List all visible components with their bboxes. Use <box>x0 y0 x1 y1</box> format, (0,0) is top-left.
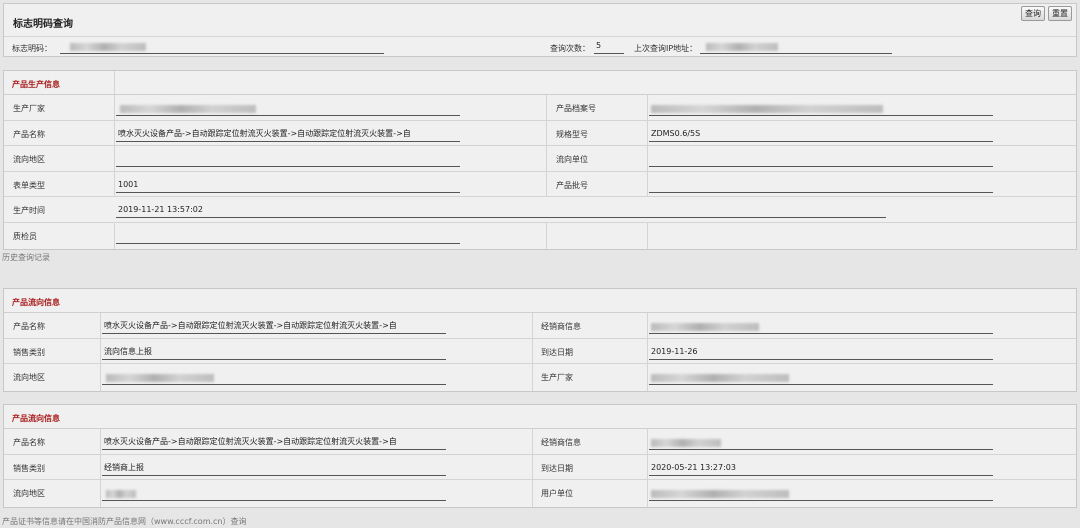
flow-section-header-1: 产品流向信息 <box>4 289 1076 313</box>
production-time-label: 生产时间 <box>13 206 45 215</box>
model-field: ZDMS0.6/5S <box>649 127 993 142</box>
archive-no-label: 产品档案号 <box>556 104 596 113</box>
flow-unit-field <box>649 152 993 167</box>
flow1-region-label: 流向地区 <box>13 373 45 382</box>
production-row-6: 质检员 <box>4 223 1076 249</box>
flow2-sale-type-field: 经销商上报 <box>102 461 446 476</box>
code-input[interactable] <box>60 39 384 54</box>
flow1-sale-type-label: 销售类别 <box>13 347 45 357</box>
flow-region-field <box>116 152 460 167</box>
flow2-arrival-date-label: 到达日期 <box>541 463 573 473</box>
redacted-value <box>651 323 759 331</box>
production-row-2: 产品名称 喷水灭火设备产品->自动跟踪定位射流灭火装置->自动跟踪定位射流灭火装… <box>4 121 1076 146</box>
manufacturer-field <box>116 101 460 116</box>
flow-section-header-2: 产品流向信息 <box>4 405 1076 429</box>
flow1-arrival-date-label: 到达日期 <box>541 347 573 357</box>
flow-info-panel-1: 产品流向信息 产品名称 喷水灭火设备产品->自动跟踪定位射流灭火装置->自动跟踪… <box>3 288 1077 392</box>
flow1-product-name-label: 产品名称 <box>13 322 45 331</box>
redacted-value <box>106 374 214 382</box>
flow1-row-3: 流向地区 生产厂家 <box>4 364 1076 390</box>
flow1-row-1: 产品名称 喷水灭火设备产品->自动跟踪定位射流灭火装置->自动跟踪定位射流灭火装… <box>4 313 1076 339</box>
production-time-field: 2019-11-21 13:57:02 <box>116 203 886 218</box>
inspector-field <box>116 229 460 244</box>
toolbar: 查询 重置 <box>1021 6 1072 21</box>
flow1-row-2: 销售类别 流向信息上报 到达日期 2019-11-26 <box>4 339 1076 364</box>
manufacturer-label: 生产厂家 <box>13 104 45 113</box>
form-type-field: 1001 <box>116 178 460 193</box>
flow-info-panel-2: 产品流向信息 产品名称 喷水灭火设备产品->自动跟踪定位射流灭火装置->自动跟踪… <box>3 404 1077 508</box>
flow-unit-label: 流向单位 <box>556 155 588 164</box>
flow1-product-name-field: 喷水灭火设备产品->自动跟踪定位射流灭火装置->自动跟踪定位射流灭火装置->自 <box>102 319 446 334</box>
flow2-dealer-label: 经销商信息 <box>541 438 581 447</box>
production-row-5: 生产时间 2019-11-21 13:57:02 <box>4 197 1076 223</box>
batch-no-field <box>649 178 993 193</box>
flow1-region-field <box>102 370 446 385</box>
flow2-dealer-field <box>649 435 993 450</box>
inspector-label: 质检员 <box>13 231 37 241</box>
production-row-1: 生产厂家 产品档案号 <box>4 95 1076 121</box>
batch-no-label: 产品批号 <box>556 180 588 190</box>
search-row: 标志明码： 查询次数： 5 上次查询IP地址： <box>4 36 1076 56</box>
query-count-field: 5 <box>594 39 624 54</box>
redacted-value <box>651 374 789 382</box>
page-title: 标志明码查询 <box>13 19 73 30</box>
product-name-field: 喷水灭火设备产品->自动跟踪定位射流灭火装置->自动跟踪定位射流灭火装置->自 <box>116 127 460 142</box>
flow1-dealer-field <box>649 319 993 334</box>
redacted-value <box>651 490 789 498</box>
last-ip-field <box>700 39 892 54</box>
flow2-region-field <box>102 486 446 501</box>
redacted-value <box>106 490 136 498</box>
history-query-record: 历史查询记录 <box>2 253 50 262</box>
flow2-product-name-label: 产品名称 <box>13 438 45 447</box>
production-section-header: 产品生产信息 <box>4 71 1076 95</box>
flow2-region-label: 流向地区 <box>13 489 45 498</box>
flow2-row-1: 产品名称 喷水灭火设备产品->自动跟踪定位射流灭火装置->自动跟踪定位射流灭火装… <box>4 429 1076 455</box>
flow1-dealer-label: 经销商信息 <box>541 322 581 331</box>
production-section-title: 产品生产信息 <box>12 80 60 89</box>
production-row-4: 表单类型 1001 产品批号 <box>4 172 1076 197</box>
code-label: 标志明码： <box>12 44 52 53</box>
query-button[interactable]: 查询 <box>1021 6 1045 21</box>
flow1-arrival-date-field: 2019-11-26 <box>649 345 993 360</box>
redacted-value <box>651 439 721 447</box>
archive-no-field <box>649 101 993 116</box>
flow2-row-2: 销售类别 经销商上报 到达日期 2020-05-21 13:27:03 <box>4 455 1076 480</box>
flow2-arrival-date-field: 2020-05-21 13:27:03 <box>649 461 993 476</box>
flow1-manufacturer-label: 生产厂家 <box>541 373 573 382</box>
footer-note: 产品证书等信息请在中国消防产品信息网（www.cccf.com.cn）查询 <box>2 517 247 526</box>
flow2-sale-type-label: 销售类别 <box>13 463 45 473</box>
flow2-product-name-field: 喷水灭火设备产品->自动跟踪定位射流灭火装置->自动跟踪定位射流灭火装置->自 <box>102 435 446 450</box>
redacted-value <box>651 105 883 113</box>
flow-region-label: 流向地区 <box>13 155 45 164</box>
flow2-row-3: 流向地区 用户单位 <box>4 480 1076 506</box>
flow1-sale-type-field: 流向信息上报 <box>102 345 446 360</box>
flow-section-title-1: 产品流向信息 <box>12 298 60 307</box>
form-type-label: 表单类型 <box>13 180 45 190</box>
flow2-user-unit-field <box>649 486 993 501</box>
model-label: 规格型号 <box>556 129 588 139</box>
query-header-panel: 标志明码查询 查询 重置 标志明码： 查询次数： 5 上次查询IP地址： <box>3 3 1077 57</box>
reset-button[interactable]: 重置 <box>1048 6 1072 21</box>
query-count-label: 查询次数： <box>550 44 590 53</box>
flow2-user-unit-label: 用户单位 <box>541 489 573 498</box>
production-info-panel: 产品生产信息 生产厂家 产品档案号 产品名称 喷水灭火设备产品->自动跟踪定位射… <box>3 70 1077 250</box>
redacted-value <box>70 43 146 51</box>
redacted-value <box>120 105 256 113</box>
redacted-value <box>706 43 778 51</box>
flow1-manufacturer-field <box>649 370 993 385</box>
last-ip-label: 上次查询IP地址： <box>634 44 698 53</box>
production-row-3: 流向地区 流向单位 <box>4 146 1076 172</box>
product-name-label: 产品名称 <box>13 129 45 139</box>
flow-section-title-2: 产品流向信息 <box>12 414 60 423</box>
